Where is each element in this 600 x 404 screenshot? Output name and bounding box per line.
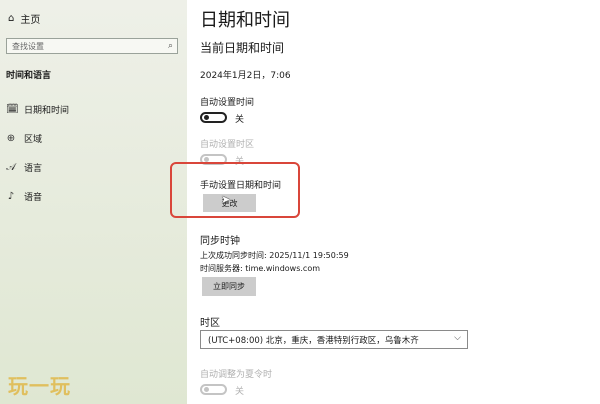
manual-set-label: 手动设置日期和时间 (200, 181, 282, 191)
timezone-value: (UTC+08:00) 北京，重庆，香港特别行政区，乌鲁木齐 (208, 336, 419, 346)
sidebar-item-label: 语言 (24, 164, 43, 174)
calendar-clock-icon: 🗓 (6, 104, 19, 115)
current-datetime-value: 2024年1月2日，7:06 (200, 71, 291, 81)
sidebar-item-region[interactable]: ⊕ 区域 (6, 132, 42, 145)
search-placeholder: 查找设置 (12, 42, 44, 51)
sidebar-item-language[interactable]: 𝒜 语言 (6, 161, 42, 174)
auto-timezone-label: 自动设置时区 (200, 140, 255, 150)
sidebar-item-label: 日期和时间 (24, 106, 70, 116)
timezone-heading: 时区 (200, 318, 220, 329)
home-label: 主页 (20, 15, 41, 26)
search-icon: ⌕ (167, 41, 173, 51)
sidebar-item-speech[interactable]: ♪ 语音 (6, 190, 42, 203)
search-input[interactable]: 查找设置 ⌕ (6, 38, 178, 54)
auto-time-label: 自动设置时间 (200, 98, 255, 108)
mouse-cursor-icon: ➤ (221, 193, 231, 206)
sync-now-button[interactable]: 立即同步 (202, 277, 256, 296)
main-panel: 日期和时间 当前日期和时间 2024年1月2日，7:06 自动设置时间 关 自动… (170, 0, 600, 404)
language-icon: 𝒜 (6, 162, 16, 173)
auto-time-toggle[interactable] (200, 112, 227, 123)
chevron-down-icon: ⌵ (454, 333, 461, 343)
current-datetime-heading: 当前日期和时间 (200, 41, 285, 55)
sidebar-item-date-time[interactable]: 🗓 日期和时间 (6, 103, 69, 116)
section-title: 时间和语言 (6, 71, 52, 81)
microphone-icon: ♪ (7, 191, 15, 202)
toggle-knob (204, 115, 209, 120)
dst-label: 自动调整为夏令时 (200, 370, 273, 380)
last-sync-text: 上次成功同步时间: 2025/11/1 19:50:59 (200, 251, 349, 260)
home-link[interactable]: ⌂ 主页 (8, 11, 40, 26)
sync-heading: 同步时钟 (200, 236, 240, 247)
page-title: 日期和时间 (200, 10, 290, 31)
sidebar-item-label: 区域 (24, 135, 43, 145)
auto-time-state: 关 (235, 115, 245, 125)
home-icon: ⌂ (8, 13, 15, 24)
dst-state: 关 (235, 387, 245, 397)
watermark-logo: 玩一玩 (8, 374, 71, 398)
sidebar: ⌂ 主页 查找设置 ⌕ 时间和语言 🗓 日期和时间 ⊕ 区域 𝒜 语言 ♪ 语音… (0, 0, 187, 404)
sidebar-item-label: 语音 (24, 193, 43, 203)
dst-toggle[interactable] (200, 384, 227, 395)
timezone-select[interactable]: (UTC+08:00) 北京，重庆，香港特别行政区，乌鲁木齐 ⌵ (200, 330, 468, 349)
toggle-knob (204, 387, 209, 392)
time-server-text: 时间服务器: time.windows.com (200, 264, 321, 273)
globe-icon: ⊕ (6, 133, 16, 144)
